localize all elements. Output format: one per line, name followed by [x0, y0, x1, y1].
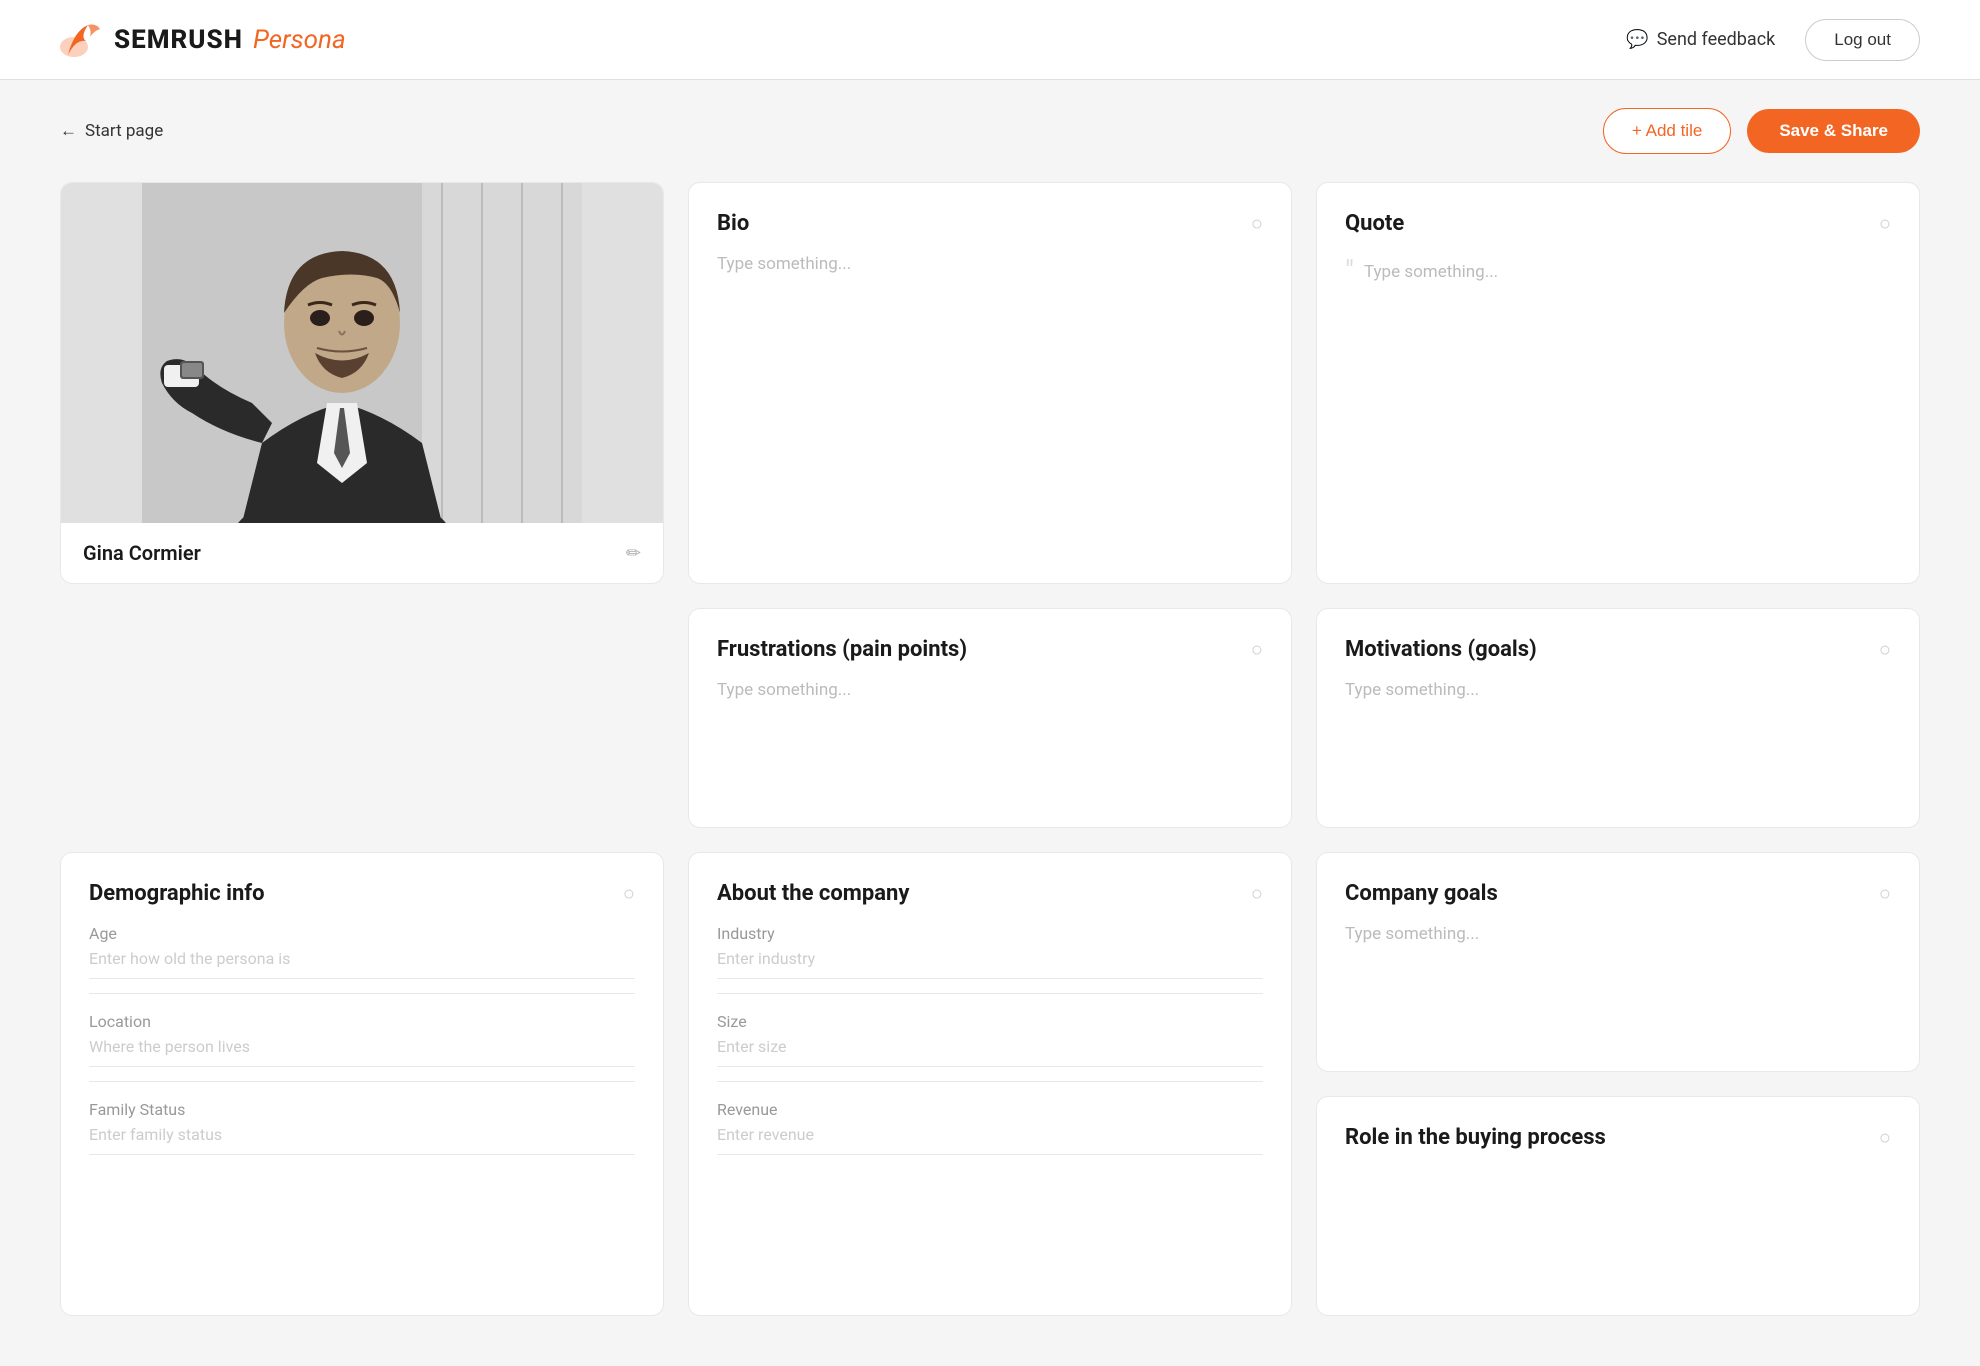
- header-right: 💬 Send feedback Log out: [1626, 19, 1920, 61]
- semrush-logo-icon: [60, 21, 104, 59]
- family-input[interactable]: Enter family status: [89, 1125, 635, 1155]
- size-label: Size: [717, 1012, 1263, 1031]
- toolbar: ← Start page + Add tile Save & Share: [0, 80, 1980, 182]
- logo-semrush-text: SEMRUSH: [114, 25, 243, 55]
- size-field-group: Size Enter size: [717, 1012, 1263, 1067]
- toolbar-right: + Add tile Save & Share: [1603, 108, 1920, 154]
- quote-lightbulb-icon[interactable]: ○: [1879, 211, 1891, 236]
- right-column: Company goals ○ Type something... Role i…: [1316, 852, 1920, 1316]
- demographic-card-header: Demographic info ○: [89, 881, 635, 906]
- role-title: Role in the buying process: [1345, 1125, 1606, 1150]
- divider-2: [89, 1081, 635, 1082]
- profile-footer: Gina Cormier ✏: [61, 523, 663, 583]
- quote-card: Quote ○ " Type something...: [1316, 182, 1920, 584]
- family-field-group: Family Status Enter family status: [89, 1100, 635, 1155]
- divider-3: [717, 993, 1263, 994]
- divider-4: [717, 1081, 1263, 1082]
- demographic-lightbulb-icon[interactable]: ○: [623, 881, 635, 906]
- age-input[interactable]: Enter how old the persona is: [89, 949, 635, 979]
- frustrations-card-header: Frustrations (pain points) ○: [717, 637, 1263, 662]
- size-input[interactable]: Enter size: [717, 1037, 1263, 1067]
- age-field-group: Age Enter how old the persona is: [89, 924, 635, 979]
- company-card-header: About the company ○: [717, 881, 1263, 906]
- motivations-placeholder[interactable]: Type something...: [1345, 680, 1891, 700]
- main-grid: Gina Cormier ✏ Bio ○ Type something... Q…: [0, 182, 1980, 1356]
- persona-name: Gina Cormier: [83, 541, 201, 565]
- profile-image-wrapper[interactable]: [61, 183, 663, 523]
- send-feedback-label: Send feedback: [1657, 29, 1776, 50]
- company-goals-lightbulb-icon[interactable]: ○: [1879, 881, 1891, 906]
- company-lightbulb-icon[interactable]: ○: [1251, 881, 1263, 906]
- frustrations-lightbulb-icon[interactable]: ○: [1251, 637, 1263, 662]
- chat-icon: 💬: [1626, 29, 1648, 50]
- profile-image: [61, 183, 663, 523]
- bio-lightbulb-icon[interactable]: ○: [1251, 211, 1263, 236]
- role-card-header: Role in the buying process ○: [1345, 1125, 1891, 1150]
- frustrations-card: Frustrations (pain points) ○ Type someth…: [688, 608, 1292, 828]
- role-lightbulb-icon[interactable]: ○: [1879, 1125, 1891, 1150]
- add-tile-button[interactable]: + Add tile: [1603, 108, 1731, 154]
- company-goals-title: Company goals: [1345, 881, 1498, 906]
- start-page-label: Start page: [85, 121, 163, 141]
- logout-button[interactable]: Log out: [1805, 19, 1920, 61]
- company-card: About the company ○ Industry Enter indus…: [688, 852, 1292, 1316]
- divider-1: [89, 993, 635, 994]
- frustrations-placeholder[interactable]: Type something...: [717, 680, 1263, 700]
- motivations-title: Motivations (goals): [1345, 637, 1537, 662]
- quote-marks-icon: ": [1345, 254, 1354, 287]
- demographic-title: Demographic info: [89, 881, 265, 906]
- age-label: Age: [89, 924, 635, 943]
- bio-card: Bio ○ Type something...: [688, 182, 1292, 584]
- location-label: Location: [89, 1012, 635, 1031]
- motivations-lightbulb-icon[interactable]: ○: [1879, 637, 1891, 662]
- company-title: About the company: [717, 881, 909, 906]
- logo: SEMRUSH Persona: [60, 21, 346, 59]
- logo-persona-text: Persona: [253, 25, 346, 55]
- location-field-group: Location Where the person lives: [89, 1012, 635, 1067]
- company-goals-header: Company goals ○: [1345, 881, 1891, 906]
- bio-placeholder[interactable]: Type something...: [717, 254, 1263, 274]
- company-goals-placeholder[interactable]: Type something...: [1345, 924, 1891, 944]
- quote-placeholder[interactable]: Type something...: [1364, 262, 1498, 282]
- frustrations-title: Frustrations (pain points): [717, 637, 967, 662]
- motivations-card-header: Motivations (goals) ○: [1345, 637, 1891, 662]
- bio-title: Bio: [717, 211, 749, 236]
- save-share-button[interactable]: Save & Share: [1747, 109, 1920, 153]
- edit-icon[interactable]: ✏: [626, 543, 641, 564]
- industry-field-group: Industry Enter industry: [717, 924, 1263, 979]
- quote-card-header: Quote ○: [1345, 211, 1891, 236]
- motivations-card: Motivations (goals) ○ Type something...: [1316, 608, 1920, 828]
- industry-label: Industry: [717, 924, 1263, 943]
- demographic-card: Demographic info ○ Age Enter how old the…: [60, 852, 664, 1316]
- role-card: Role in the buying process ○: [1316, 1096, 1920, 1316]
- location-input[interactable]: Where the person lives: [89, 1037, 635, 1067]
- family-label: Family Status: [89, 1100, 635, 1119]
- start-page-button[interactable]: ← Start page: [60, 121, 163, 141]
- industry-input[interactable]: Enter industry: [717, 949, 1263, 979]
- quote-title: Quote: [1345, 211, 1404, 236]
- arrow-left-icon: ←: [60, 121, 77, 141]
- quote-row: " Type something...: [1345, 254, 1891, 287]
- send-feedback-button[interactable]: 💬 Send feedback: [1626, 29, 1775, 50]
- header: SEMRUSH Persona 💬 Send feedback Log out: [0, 0, 1980, 80]
- profile-card: Gina Cormier ✏: [60, 182, 664, 584]
- revenue-field-group: Revenue Enter revenue: [717, 1100, 1263, 1155]
- revenue-label: Revenue: [717, 1100, 1263, 1119]
- bio-card-header: Bio ○: [717, 211, 1263, 236]
- company-goals-card: Company goals ○ Type something...: [1316, 852, 1920, 1072]
- revenue-input[interactable]: Enter revenue: [717, 1125, 1263, 1155]
